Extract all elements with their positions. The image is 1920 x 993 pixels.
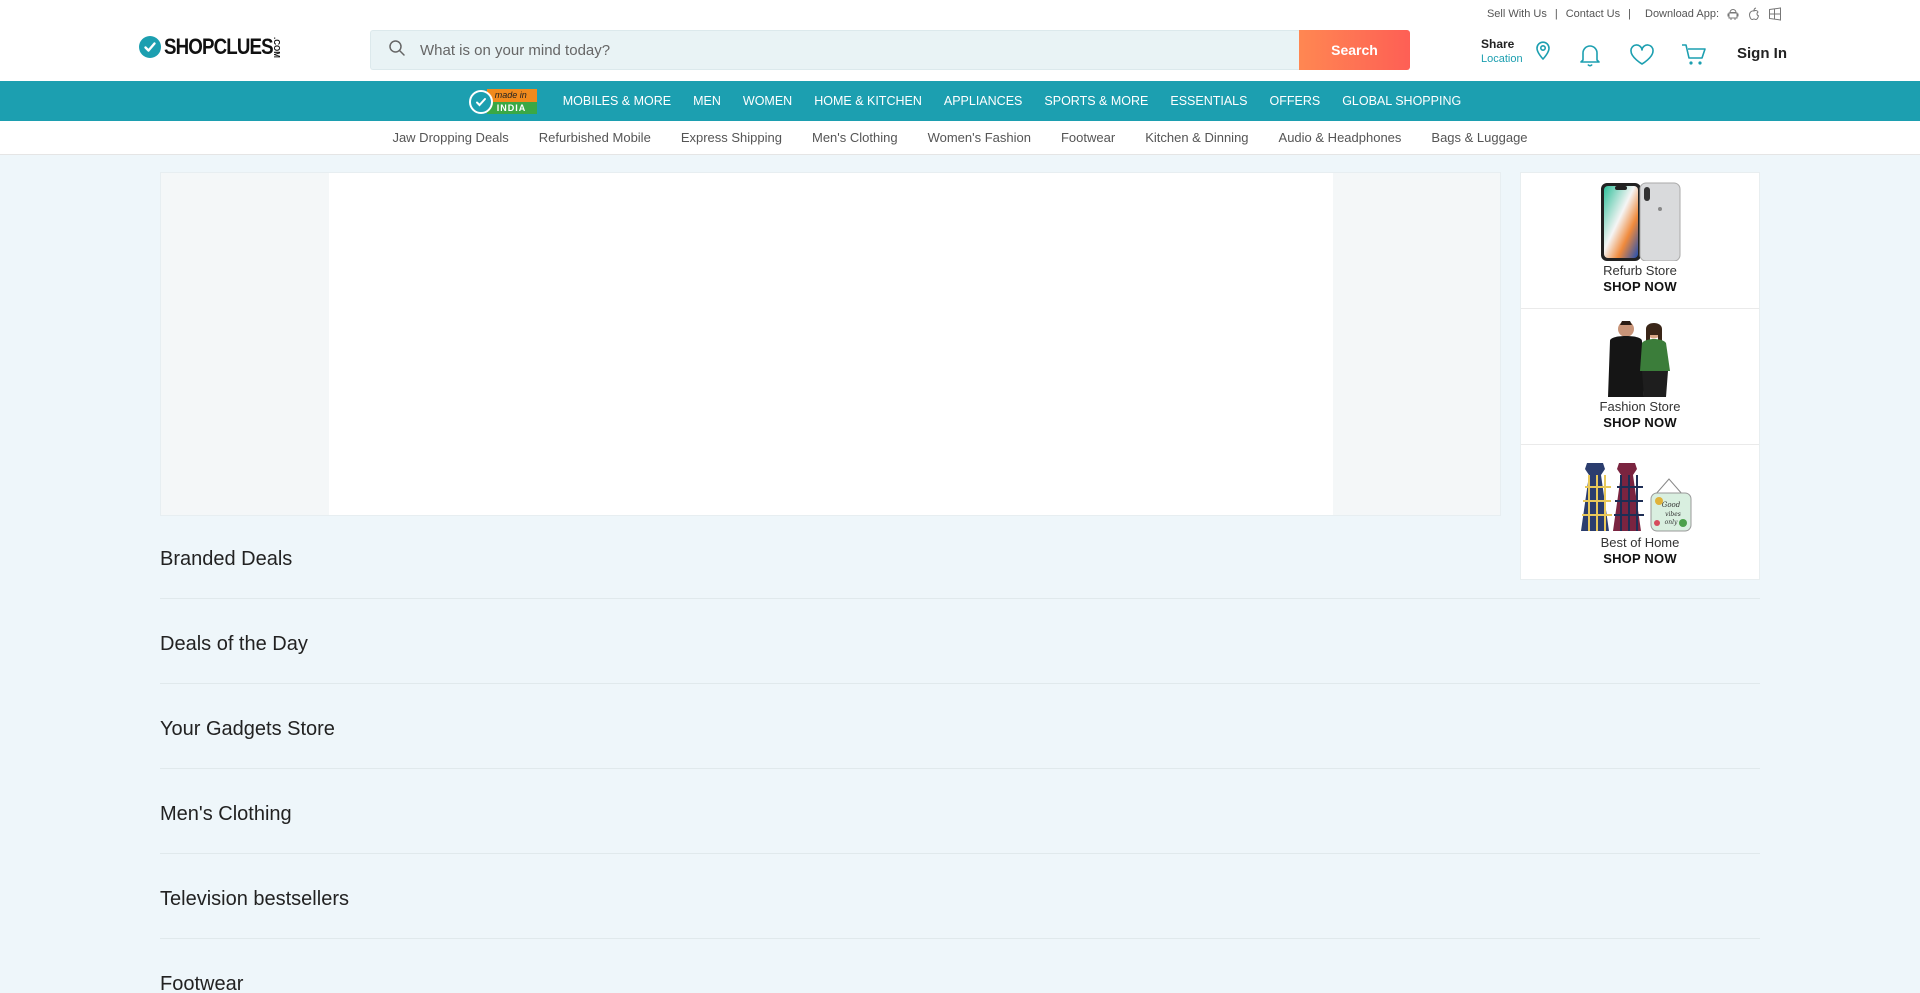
search-bar: Search <box>370 30 1410 70</box>
subnav-bags-luggage[interactable]: Bags & Luggage <box>1431 130 1527 145</box>
fashion-shop-now-button[interactable]: SHOP NOW <box>1603 415 1677 430</box>
section-title: Television bestsellers <box>160 888 349 910</box>
section-footwear: Footwear <box>160 939 1760 993</box>
refurb-phones-image <box>1580 181 1700 262</box>
section-television-bestsellers: Television bestsellers <box>160 854 1760 939</box>
subnav-express-shipping[interactable]: Express Shipping <box>681 130 782 145</box>
section-gadgets-store: Your Gadgets Store <box>160 684 1760 769</box>
subnav-womens-fashion[interactable]: Women's Fashion <box>928 130 1031 145</box>
refurb-shop-now-button[interactable]: SHOP NOW <box>1603 279 1677 294</box>
windows-icon[interactable] <box>1768 7 1782 21</box>
share-label: Share <box>1481 37 1515 51</box>
sign-in-link[interactable]: Sign In <box>1737 45 1787 62</box>
refurb-store-card[interactable]: Refurb Store SHOP NOW <box>1521 173 1759 309</box>
subnav-footwear[interactable]: Footwear <box>1061 130 1115 145</box>
subnav-kitchen-dinning[interactable]: Kitchen & Dinning <box>1145 130 1248 145</box>
subnav-audio-headphones[interactable]: Audio & Headphones <box>1279 130 1402 145</box>
subnav-jaw-dropping-deals[interactable]: Jaw Dropping Deals <box>392 130 508 145</box>
location-label: Location <box>1481 53 1523 65</box>
fashion-store-label: Fashion Store <box>1599 399 1681 414</box>
subnav-refurbished-mobile[interactable]: Refurbished Mobile <box>539 130 651 145</box>
cart-icon[interactable] <box>1681 43 1707 67</box>
logo-suffix: .COM <box>271 36 281 58</box>
refurb-store-label: Refurb Store <box>1603 263 1677 278</box>
category-nav: made in INDIA MOBILES & MORE MEN WOMEN H… <box>0 81 1920 121</box>
nav-mobiles[interactable]: MOBILES & MORE <box>563 94 671 108</box>
nav-essentials[interactable]: ESSENTIALS <box>1170 94 1247 108</box>
site-header: Sell With Us | Contact Us | Download App… <box>0 0 1920 81</box>
nav-men[interactable]: MEN <box>693 94 721 108</box>
download-app-label: Download App: <box>1645 8 1719 20</box>
heart-icon[interactable] <box>1629 44 1655 66</box>
section-title: Deals of the Day <box>160 633 308 655</box>
divider: | <box>1628 8 1631 20</box>
contact-us-link[interactable]: Contact Us <box>1566 8 1620 20</box>
search-input[interactable] <box>420 41 1220 59</box>
fashion-store-card[interactable]: Fashion Store SHOP NOW <box>1521 309 1759 445</box>
nav-women[interactable]: WOMEN <box>743 94 792 108</box>
nav-offers[interactable]: OFFERS <box>1269 94 1320 108</box>
section-title: Your Gadgets Store <box>160 718 335 740</box>
made-in-india-badge[interactable]: made in INDIA <box>468 86 541 116</box>
section-title: Men's Clothing <box>160 803 292 825</box>
check-logo-icon <box>139 36 161 58</box>
hero-banner-carousel[interactable] <box>160 172 1501 516</box>
fashion-models-image <box>1580 317 1700 397</box>
search-icon <box>388 39 406 62</box>
share-location[interactable]: Share Location <box>1481 37 1553 67</box>
sub-nav: Jaw Dropping Deals Refurbished Mobile Ex… <box>0 121 1920 155</box>
section-title: Branded Deals <box>160 548 293 570</box>
hero-banner-slide[interactable] <box>329 173 1333 515</box>
nav-sports[interactable]: SPORTS & MORE <box>1044 94 1148 108</box>
section-branded-deals: Branded Deals <box>160 514 1760 599</box>
badge-made-in: made in <box>486 89 537 102</box>
subnav-mens-clothing[interactable]: Men's Clothing <box>812 130 898 145</box>
section-mens-clothing: Men's Clothing <box>160 769 1760 854</box>
bell-icon[interactable] <box>1578 42 1602 68</box>
nav-appliances[interactable]: APPLIANCES <box>944 94 1023 108</box>
android-icon[interactable] <box>1726 7 1740 21</box>
section-deals-of-the-day: Deals of the Day <box>160 599 1760 684</box>
check-icon <box>468 90 493 114</box>
divider: | <box>1554 8 1558 20</box>
top-links: Sell With Us | Contact Us | Download App… <box>1487 7 1782 21</box>
section-title: Footwear <box>160 973 244 993</box>
apple-icon[interactable] <box>1747 7 1761 21</box>
shopclues-logo[interactable]: SHOPCLUES .COM <box>139 34 281 60</box>
location-pin-icon[interactable] <box>1523 39 1553 66</box>
nav-home-kitchen[interactable]: HOME & KITCHEN <box>814 94 922 108</box>
search-box <box>370 30 1299 70</box>
sell-with-us-link[interactable]: Sell With Us <box>1487 8 1547 20</box>
badge-india: INDIA <box>486 102 537 114</box>
search-button[interactable]: Search <box>1299 30 1410 70</box>
logo-wordmark: SHOPCLUES <box>164 34 274 59</box>
svg-text:Good: Good <box>1662 501 1681 509</box>
nav-global-shopping[interactable]: GLOBAL SHOPPING <box>1342 94 1461 108</box>
